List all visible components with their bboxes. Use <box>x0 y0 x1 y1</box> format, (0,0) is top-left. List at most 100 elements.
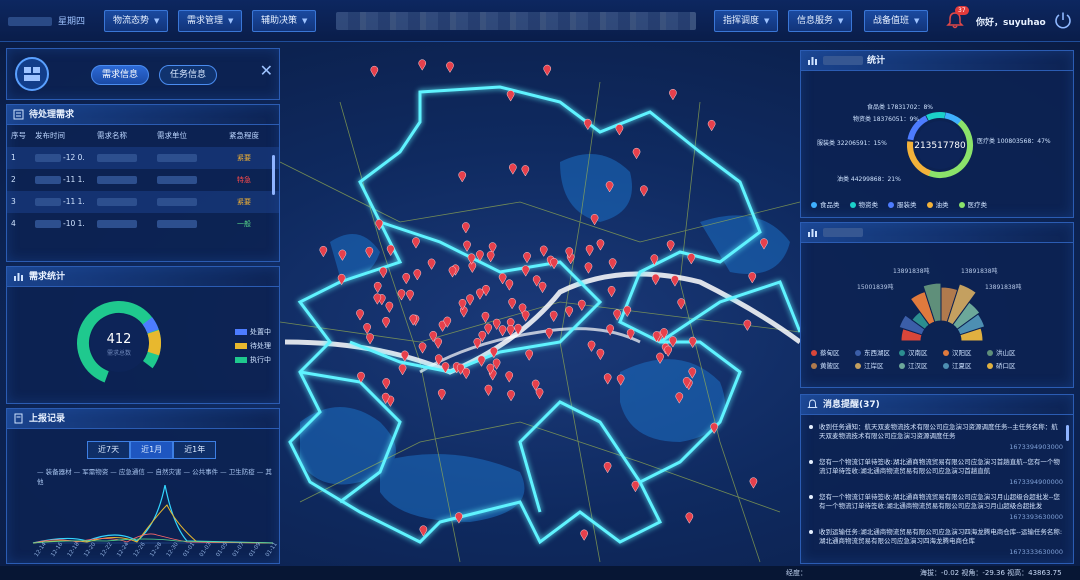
map-marker[interactable] <box>613 309 621 321</box>
map-marker[interactable] <box>466 294 474 306</box>
map-marker[interactable] <box>406 289 414 302</box>
table-row[interactable]: 4 -10 1. 一般 <box>7 213 279 235</box>
map-marker[interactable] <box>484 384 493 397</box>
map-marker[interactable] <box>640 185 648 197</box>
map-marker[interactable] <box>505 279 514 291</box>
map-marker[interactable] <box>549 310 558 323</box>
map-marker[interactable] <box>373 293 382 305</box>
map-marker[interactable] <box>669 336 677 348</box>
map-marker[interactable] <box>577 299 586 312</box>
map-marker[interactable] <box>651 273 660 286</box>
map-marker[interactable] <box>584 118 592 131</box>
map-marker[interactable] <box>748 272 757 284</box>
map-marker[interactable] <box>603 461 612 474</box>
scrollbar[interactable] <box>272 155 275 195</box>
map-marker[interactable] <box>543 64 552 77</box>
map-marker[interactable] <box>427 258 436 270</box>
map-marker[interactable] <box>580 529 588 541</box>
map-marker[interactable] <box>666 240 675 252</box>
map-marker[interactable] <box>545 327 553 340</box>
map-marker[interactable] <box>608 258 617 270</box>
map-marker[interactable] <box>382 316 390 329</box>
scrollbar[interactable] <box>1066 425 1069 441</box>
map-marker[interactable] <box>550 257 558 270</box>
map-marker[interactable] <box>482 284 490 297</box>
map-marker[interactable] <box>462 367 471 380</box>
map-marker[interactable] <box>749 477 758 489</box>
nav-duty-watch[interactable]: 战备值班 ▼ <box>864 10 929 32</box>
message-item[interactable]: 收到任务通知：航天双麦物流技术有限公司应急演习资源调度任务--主任务名称：航天双… <box>801 423 1073 452</box>
map-marker[interactable] <box>382 378 391 390</box>
map-marker[interactable] <box>664 345 672 357</box>
message-item[interactable]: 收到运输任务:湖北通商物流贸易有限公司应急演习四海龙腾电商仓库--运输任务名称:… <box>801 528 1073 557</box>
map-marker[interactable] <box>688 336 697 349</box>
seg-1-month[interactable]: 近1月 <box>130 441 174 459</box>
map-marker[interactable] <box>385 301 394 314</box>
map-marker[interactable] <box>677 298 686 310</box>
map-marker[interactable] <box>363 323 371 335</box>
map-marker[interactable] <box>671 275 679 287</box>
message-item[interactable]: 您有一个物流订单待签收:湖北通商物流贸易有限公司应急演习月山超级合超批发--您有… <box>801 493 1073 522</box>
map-marker[interactable] <box>413 269 422 281</box>
map-marker[interactable] <box>525 349 534 361</box>
map-marker[interactable] <box>615 124 624 136</box>
map-marker[interactable] <box>412 237 420 249</box>
map-marker[interactable] <box>707 119 716 132</box>
map-marker[interactable] <box>476 288 484 300</box>
map-marker[interactable] <box>687 253 696 265</box>
map-marker[interactable] <box>521 310 530 322</box>
map-marker[interactable] <box>506 90 515 102</box>
map-marker[interactable] <box>498 325 507 337</box>
map-marker[interactable] <box>585 244 594 257</box>
map-marker[interactable] <box>538 281 547 294</box>
map-marker[interactable] <box>505 371 514 383</box>
map-marker[interactable] <box>463 240 471 252</box>
map-marker[interactable] <box>521 165 530 177</box>
map-marker[interactable] <box>521 265 530 277</box>
map-marker[interactable] <box>477 355 486 367</box>
map-marker[interactable] <box>366 333 374 345</box>
table-row[interactable]: 1 -12 0. 紧要 <box>7 147 279 169</box>
message-item[interactable]: 您有一个物流订单待签收:湖北通商物流贸易有限公司应急演习首趟直航--您有一个物流… <box>801 458 1073 487</box>
map-marker[interactable] <box>446 61 454 73</box>
map-marker[interactable] <box>590 213 599 226</box>
map-marker[interactable] <box>596 239 605 251</box>
table-row[interactable]: 3 -11 1. 紧要 <box>7 191 279 213</box>
map-marker[interactable] <box>398 364 407 376</box>
map-marker[interactable] <box>356 309 364 321</box>
map-marker[interactable] <box>584 262 593 274</box>
seg-1-year[interactable]: 近1年 <box>173 441 217 459</box>
map-marker[interactable] <box>486 251 495 263</box>
map-marker[interactable] <box>418 59 427 71</box>
map-marker[interactable] <box>481 311 490 324</box>
map-marker[interactable] <box>508 297 516 310</box>
map-marker[interactable] <box>458 171 467 183</box>
map-marker[interactable] <box>632 147 641 160</box>
map-marker[interactable] <box>743 319 752 332</box>
map-marker[interactable] <box>535 388 544 400</box>
map-marker[interactable] <box>603 373 612 385</box>
map-marker[interactable] <box>402 272 411 285</box>
map-marker[interactable] <box>623 305 632 318</box>
map-marker[interactable] <box>509 163 517 175</box>
map-marker[interactable] <box>523 252 531 264</box>
power-icon[interactable] <box>1054 11 1072 29</box>
tab-demand-info[interactable]: 需求信息 <box>91 65 150 85</box>
map-marker[interactable] <box>437 388 446 401</box>
tab-task-info[interactable]: 任务信息 <box>159 65 218 85</box>
nav-info-service[interactable]: 信息服务 ▼ <box>788 10 853 32</box>
map-marker[interactable] <box>434 337 442 349</box>
table-row[interactable]: 2 -11 1. 特急 <box>7 169 279 191</box>
map-marker[interactable] <box>498 273 507 285</box>
close-icon[interactable]: ✕ <box>260 63 273 79</box>
seg-7-days[interactable]: 近7天 <box>87 441 131 459</box>
map-marker[interactable] <box>448 266 457 278</box>
nav-command-dispatch[interactable]: 指挥调度 ▼ <box>714 10 779 32</box>
map-marker[interactable] <box>319 245 328 258</box>
map-marker[interactable] <box>596 348 605 361</box>
map-marker[interactable] <box>539 245 548 257</box>
map-marker[interactable] <box>507 390 515 402</box>
map-marker[interactable] <box>462 222 470 234</box>
map-marker[interactable] <box>631 480 640 493</box>
map-marker[interactable] <box>386 244 395 257</box>
